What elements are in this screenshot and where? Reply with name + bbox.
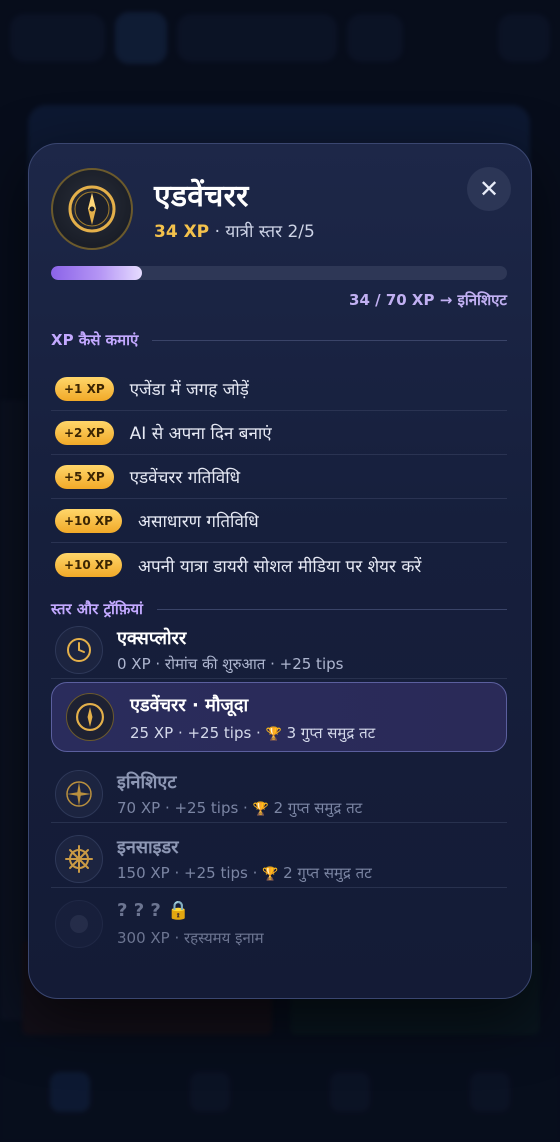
level-row-current[interactable]: एडवेंचरर · मौजूदा 25 XP · +25 tips · 🏆 3… (51, 682, 507, 752)
modal-header: एडवेंचरर 34 XP · यात्री स्तर 2/5 ✕ (51, 167, 511, 252)
level-meta-text: 70 XP · +25 tips · (117, 799, 248, 817)
level-name: इनसाइडर (117, 837, 179, 858)
list-item: +5 XP एडवेंचरर गतिविधि (51, 455, 507, 499)
compass-rose-icon (55, 770, 103, 818)
level-row-locked[interactable]: ? ? ? 🔒 300 XP · रहस्यमय इनाम (51, 888, 507, 953)
xp-chip: +10 XP (55, 553, 122, 577)
close-icon: ✕ (478, 175, 500, 203)
level-meta: 0 XP · रोमांच की शुरुआत · +25 tips (117, 655, 344, 673)
divider (152, 339, 507, 341)
current-xp: 34 XP (154, 222, 210, 242)
clock-icon (55, 626, 103, 674)
level-name: ? ? ? 🔒 (117, 900, 190, 921)
xp-chip: +10 XP (55, 508, 122, 533)
xp-chip: +1 XP (55, 376, 114, 401)
modal-title: एडवेंचरर (154, 179, 249, 214)
close-button[interactable]: ✕ (467, 167, 511, 211)
xp-level-modal: एडवेंचरर 34 XP · यात्री स्तर 2/5 ✕ 34 / … (28, 143, 532, 999)
list-item: +2 XP AI से अपना दिन बनाएं (51, 411, 507, 455)
xp-progress-fill (51, 266, 143, 280)
compass-icon (66, 693, 114, 741)
xp-progress-text: 34 / 70 XP → इनिशिएट (349, 291, 507, 309)
level-name: एडवेंचरर · मौजूदा (130, 695, 249, 716)
level-reward: 2 गुप्त समुद्र तट (283, 864, 372, 882)
level-row[interactable]: एक्सप्लोरर 0 XP · रोमांच की शुरुआत · +25… (51, 614, 507, 679)
level-name: इनिशिएट (117, 772, 177, 793)
level-row[interactable]: इनसाइडर 150 XP · +25 tips · 🏆 2 गुप्त सम… (51, 823, 507, 888)
trophy-icon: 🏆 (265, 727, 282, 742)
levels-list: एक्सप्लोरर 0 XP · रोमांच की शुरुआत · +25… (51, 614, 507, 953)
trophy-icon: 🏆 (252, 802, 269, 817)
xp-progress-bar (51, 266, 507, 280)
level-reward: 3 गुप्त समुद्र तट (286, 724, 376, 742)
compass-icon (68, 185, 116, 233)
level-row[interactable]: इनिशिएट 70 XP · +25 tips · 🏆 2 गुप्त समु… (51, 758, 507, 823)
level-badge (51, 168, 133, 250)
xp-action-label: एजेंडा में जगह जोड़ें (129, 380, 249, 400)
earn-xp-heading: XP कैसे कमाएं (51, 330, 507, 350)
level-meta: 300 XP · रहस्यमय इनाम (117, 929, 264, 947)
earn-xp-list: +1 XP एजेंडा में जगह जोड़ें +2 XP AI से … (51, 367, 507, 587)
list-item: +1 XP एजेंडा में जगह जोड़ें (51, 367, 507, 411)
list-item: +10 XP अपनी यात्रा डायरी सोशल मीडिया पर … (51, 543, 507, 587)
level-meta: 70 XP · +25 tips · 🏆 2 गुप्त समुद्र तट (117, 798, 362, 818)
level-meta-text: 150 XP · +25 tips · (117, 864, 258, 882)
level-meta: 150 XP · +25 tips · 🏆 2 गुप्त समुद्र तट (117, 863, 372, 883)
xp-chip: +2 XP (55, 420, 114, 445)
ship-wheel-icon (55, 835, 103, 883)
level-reward: 2 गुप्त समुद्र तट (273, 799, 363, 817)
xp-action-label: एडवेंचरर गतिविधि (129, 468, 241, 488)
earn-xp-title: XP कैसे कमाएं (51, 331, 139, 349)
xp-action-label: AI से अपना दिन बनाएं (129, 424, 272, 444)
level-meta-text: 25 XP · +25 tips · (130, 724, 261, 742)
divider (156, 608, 507, 610)
xp-action-label: असाधारण गतिविधि (137, 512, 259, 532)
level-name: एक्सप्लोरर (117, 628, 187, 649)
xp-chip: +5 XP (55, 464, 114, 489)
traveler-level: · यात्री स्तर 2/5 (214, 222, 315, 242)
level-meta: 25 XP · +25 tips · 🏆 3 गुप्त समुद्र तट (130, 723, 375, 743)
list-item: +10 XP असाधारण गतिविधि (51, 499, 507, 543)
mystery-icon (55, 900, 103, 948)
xp-summary: 34 XP · यात्री स्तर 2/5 (154, 219, 315, 242)
trophy-icon: 🏆 (262, 867, 279, 882)
xp-action-label: अपनी यात्रा डायरी सोशल मीडिया पर शेयर कर… (137, 556, 422, 577)
